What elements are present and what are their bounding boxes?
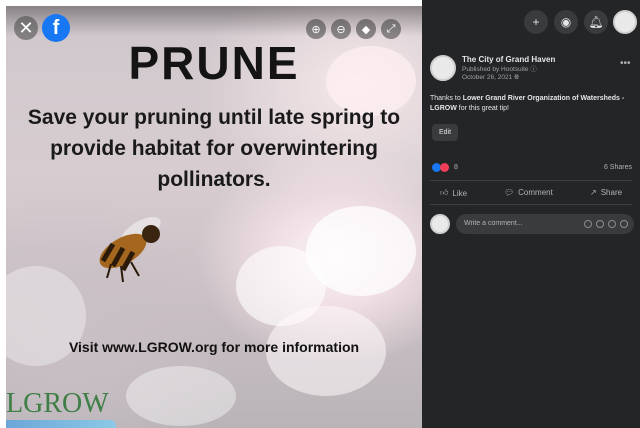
lgrow-logo: LGROW: [6, 388, 109, 419]
bee-illustration: [99, 217, 161, 283]
poster-visit-text: Visit www.LGROW.org for more information: [68, 339, 360, 355]
close-icon[interactable]: ✕: [14, 16, 38, 40]
post-side-panel: + ◉ 🔔︎ The City of Grand Haven Published…: [422, 0, 640, 428]
gif-icon[interactable]: [608, 220, 616, 228]
share-label: Share: [600, 188, 623, 197]
published-by: Published by Hootsuite: [462, 66, 529, 73]
post-date[interactable]: October 26, 2021: [462, 74, 512, 81]
lgrow-logo-wave: [6, 420, 116, 428]
zoom-in-icon[interactable]: ⊕: [306, 19, 326, 39]
page-name[interactable]: The City of Grand Haven: [462, 55, 555, 64]
comment-label: Comment: [518, 188, 553, 197]
shares-count[interactable]: 6 Shares: [604, 164, 632, 171]
love-reaction-icon: [440, 163, 449, 172]
poster-title: PRUNE: [128, 37, 300, 89]
notifications-icon[interactable]: 🔔︎: [584, 10, 608, 34]
tag-icon[interactable]: ◆: [356, 19, 376, 39]
post-text: Thanks to Lower Grand River Organization…: [430, 94, 634, 114]
like-icon: 👍︎: [440, 188, 449, 197]
zoom-out-icon[interactable]: ⊖: [331, 19, 351, 39]
share-icon: ↗: [590, 188, 597, 197]
page-avatar[interactable]: [430, 55, 456, 81]
post-text-prefix: Thanks to: [430, 95, 463, 102]
fullscreen-icon[interactable]: ⤢: [381, 19, 401, 39]
blossom: [126, 366, 236, 426]
reactions-summary[interactable]: 8: [432, 163, 458, 172]
photo-viewer[interactable]: PRUNE Save your pruning until late sprin…: [6, 6, 422, 428]
sticker-icon[interactable]: [620, 220, 628, 228]
like-label: Like: [452, 188, 468, 198]
divider: [430, 204, 632, 205]
reaction-count: 8: [454, 164, 458, 171]
divider: [430, 180, 632, 181]
comment-icon: 💬︎: [504, 188, 515, 197]
comment-button[interactable]: 💬︎ Comment: [504, 188, 553, 197]
emoji-icon[interactable]: [584, 220, 592, 228]
more-options-icon[interactable]: •••: [620, 58, 631, 69]
post-meta: Published by Hootsuite ⓘ October 26, 202…: [462, 66, 537, 82]
commenter-avatar[interactable]: [430, 214, 450, 234]
like-button[interactable]: 👍︎ Like: [440, 188, 467, 198]
globe-icon: 🌐︎: [512, 74, 520, 81]
profile-avatar[interactable]: [613, 10, 637, 34]
facebook-logo-icon[interactable]: f: [42, 14, 70, 42]
post-text-suffix: for this great tip!: [456, 105, 509, 112]
plus-icon[interactable]: +: [524, 10, 548, 34]
camera-icon[interactable]: [596, 220, 604, 228]
comment-input[interactable]: Write a comment...: [456, 214, 634, 234]
share-button[interactable]: ↗ Share: [590, 188, 622, 197]
poster-body: Save your pruning until late spring to p…: [27, 106, 401, 191]
messenger-icon[interactable]: ◉: [554, 10, 578, 34]
comment-placeholder: Write a comment...: [464, 220, 523, 227]
info-icon: ⓘ: [528, 66, 537, 73]
edit-button[interactable]: Edit: [432, 124, 458, 141]
